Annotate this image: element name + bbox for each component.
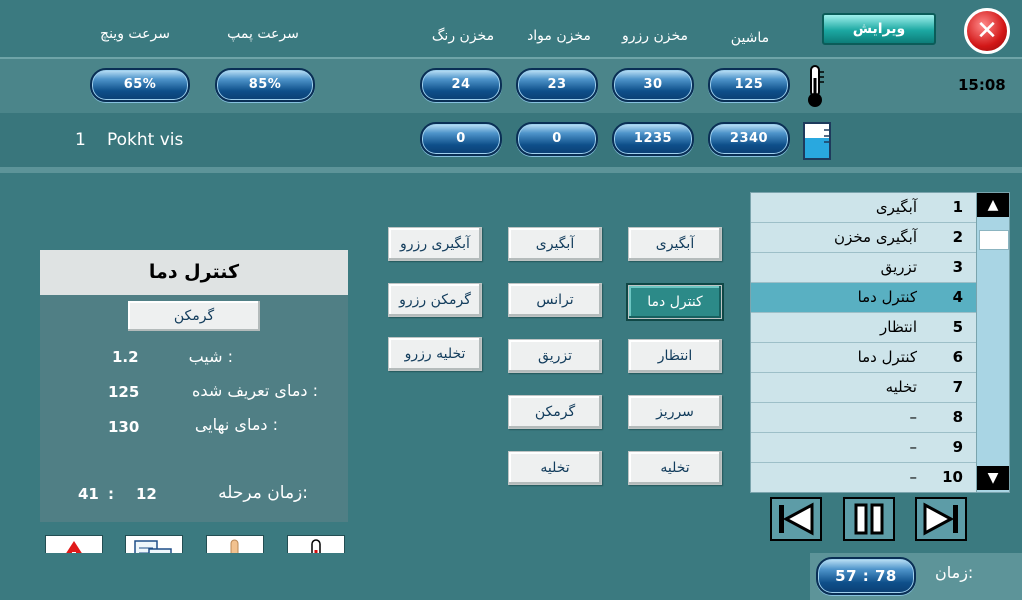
thermometer-icon xyxy=(803,64,827,110)
step-label: کنترل دما xyxy=(857,288,917,306)
previous-step-button[interactable] xyxy=(770,497,822,541)
header-col-machine: ماشین xyxy=(730,30,770,46)
panel-title: کنترل دما xyxy=(40,250,348,295)
step-row[interactable]: 6 کنترل دما xyxy=(751,343,977,373)
step-label: – xyxy=(909,468,918,486)
stage-time-seconds: 41 xyxy=(78,485,99,503)
btn-drain-2[interactable]: تخلیه xyxy=(508,451,602,485)
step-row[interactable]: 10 – xyxy=(751,463,977,492)
recipe-number: 1 xyxy=(75,130,86,150)
setpoint-label: دمای تعریف شده : xyxy=(192,381,318,400)
slope-value: 1.2 xyxy=(112,348,139,366)
step-number: 1 xyxy=(952,198,963,216)
header-winch-speed: سرعت وینچ xyxy=(100,26,170,42)
final-temp-value: 130 xyxy=(108,418,140,436)
step-row[interactable]: 8– xyxy=(751,403,977,433)
header-col-color-tank: مخزن رنگ xyxy=(431,28,495,44)
step-label: آبگیری xyxy=(875,198,917,216)
btn-fill-reserve[interactable]: آبگیری رزرو xyxy=(388,227,482,261)
step-label: آبگیری مخزن xyxy=(834,228,917,246)
step-row-selected[interactable]: 4 کنترل دما xyxy=(751,283,977,313)
btn-wait[interactable]: انتظار xyxy=(628,339,722,373)
step-number: 2 xyxy=(952,228,963,246)
slope-label: شیب : xyxy=(188,347,233,366)
setpoint-value: 125 xyxy=(108,383,140,401)
temp-control-panel: کنترل دما گرمکن شیب : 1.2 دمای تعریف شده… xyxy=(40,250,348,522)
step-list-scrollbar[interactable]: ▲ ▼ xyxy=(976,192,1010,493)
volume-machine-value: 2340 xyxy=(708,122,790,156)
volume-reserve-value: 1235 xyxy=(612,122,694,156)
stage-time-label: زمان مرحله: xyxy=(218,483,308,503)
clock: 15:08 xyxy=(958,76,1006,94)
stage-time-sep: : xyxy=(108,485,114,503)
step-label: – xyxy=(909,408,918,426)
step-number: 6 xyxy=(952,348,963,366)
close-icon[interactable]: ✕ xyxy=(964,8,1010,54)
btn-fill-2[interactable]: آبگیری xyxy=(508,227,602,261)
btn-overflow[interactable]: سرریز xyxy=(628,395,722,429)
btn-temp-control[interactable]: کنترل دما xyxy=(628,285,722,319)
scroll-down-icon[interactable]: ▼ xyxy=(977,466,1009,490)
header-col-reserve-tank: مخزن رزرو xyxy=(621,28,689,44)
step-number: 5 xyxy=(952,318,963,336)
btn-heater[interactable]: گرمکن xyxy=(508,395,602,429)
btn-drain-reserve[interactable]: تخلیه رزرو xyxy=(388,337,482,371)
step-row[interactable]: 3 تزریق xyxy=(751,253,977,283)
btn-drain[interactable]: تخلیه xyxy=(628,451,722,485)
stage-time-minutes: 12 xyxy=(136,485,157,503)
step-row[interactable]: 7 تخلیه xyxy=(751,373,977,403)
step-number: 10 xyxy=(942,468,963,486)
skip-forward-icon xyxy=(917,502,965,543)
step-number: 8 xyxy=(952,408,963,426)
step-label: انتظار xyxy=(880,318,917,336)
next-step-button[interactable] xyxy=(915,497,967,541)
step-number: 7 xyxy=(952,378,963,396)
scroll-up-icon[interactable]: ▲ xyxy=(977,193,1009,217)
total-time-value: 57 : 78 xyxy=(816,557,916,595)
step-list[interactable]: 1 آبگیری 2 آبگیری مخزن 3 تزریق 4 کنترل دما 5… xyxy=(750,192,978,493)
step-label: کنترل دما xyxy=(857,348,917,366)
total-time-label: زمان: xyxy=(935,563,974,582)
volume-material-value: 0 xyxy=(516,122,598,156)
temp-color-value: 24 xyxy=(420,68,502,102)
pause-icon xyxy=(845,503,893,543)
volume-color-value: 0 xyxy=(420,122,502,156)
btn-heater-reserve[interactable]: گرمکن رزرو xyxy=(388,283,482,317)
pause-button[interactable] xyxy=(843,497,895,541)
btn-fill[interactable]: آبگیری xyxy=(628,227,722,261)
temp-machine-value: 125 xyxy=(708,68,790,102)
step-row[interactable]: 9– xyxy=(751,433,977,463)
temp-reserve-value: 30 xyxy=(612,68,694,102)
edit-button[interactable]: ویرایش xyxy=(822,13,936,45)
step-number: 4 xyxy=(952,288,963,306)
step-row[interactable]: 2 آبگیری مخزن xyxy=(751,223,977,253)
step-label: تزریق xyxy=(880,258,917,276)
header-pump-speed: سرعت پمپ xyxy=(227,26,299,42)
pump-speed-value: 85% xyxy=(215,68,315,102)
step-number: 3 xyxy=(952,258,963,276)
btn-inject[interactable]: تزریق xyxy=(508,339,602,373)
step-number: 9 xyxy=(952,438,963,456)
scroll-thumb[interactable] xyxy=(979,230,1009,250)
skip-back-icon xyxy=(772,502,820,543)
temp-material-value: 23 xyxy=(516,68,598,102)
heater-button[interactable]: گرمکن xyxy=(128,301,260,331)
step-label: – xyxy=(909,438,918,456)
beaker-icon xyxy=(800,120,834,162)
step-row[interactable]: 5 انتظار xyxy=(751,313,977,343)
final-temp-label: دمای نهایی : xyxy=(194,415,278,434)
btn-trans[interactable]: ترانس xyxy=(508,283,602,317)
header-col-material-tank: مخزن مواد xyxy=(527,28,591,44)
winch-speed-value: 65% xyxy=(90,68,190,102)
recipe-name: Pokht vis xyxy=(107,130,184,150)
step-label: تخلیه xyxy=(885,378,917,396)
step-row[interactable]: 1 آبگیری xyxy=(751,193,977,223)
